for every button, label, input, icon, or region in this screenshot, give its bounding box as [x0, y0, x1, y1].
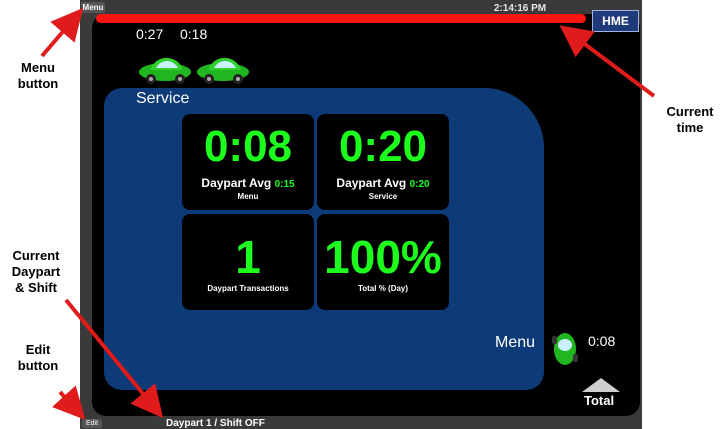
arrow-to-current-time — [559, 25, 656, 98]
arrow-to-edit-button — [52, 385, 86, 420]
arrow-to-menu-button — [40, 7, 84, 58]
annotation-arrows — [40, 7, 656, 420]
arrow-to-daypart-shift — [64, 298, 164, 419]
